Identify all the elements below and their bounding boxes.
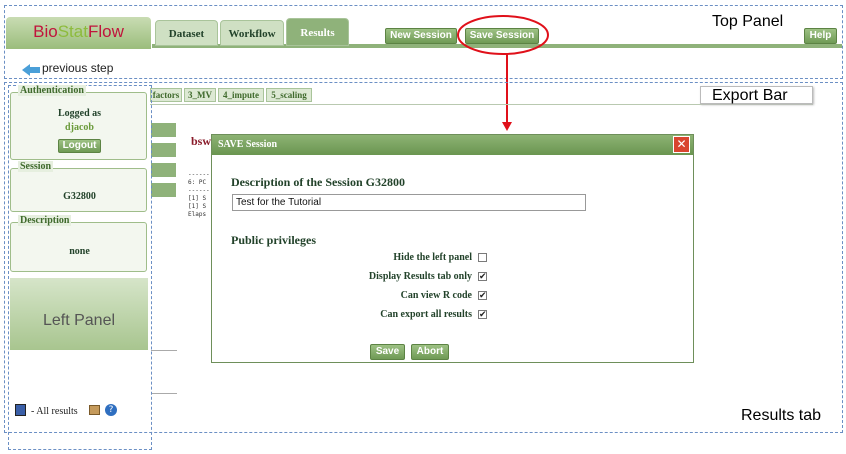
logo-part-stat: Stat <box>57 22 88 41</box>
annotation-top-panel: Top Panel <box>712 13 784 30</box>
console-line: ------ <box>188 171 210 178</box>
console-line: [1] S <box>188 195 207 202</box>
tab-workflow[interactable]: Workflow <box>220 20 284 46</box>
export-tab-5-scaling[interactable]: 5_scaling <box>266 88 312 102</box>
app-logo: BioStatFlow <box>6 17 151 49</box>
tab-results[interactable]: Results <box>286 18 349 46</box>
side-button-stub[interactable] <box>151 143 176 157</box>
new-session-button[interactable]: New Session <box>385 28 457 44</box>
view-r-code-checkbox[interactable]: ✔ <box>478 291 487 301</box>
highlight-ellipse <box>457 15 549 55</box>
side-button-stub[interactable] <box>151 163 176 177</box>
results-title-fragment: bsw <box>191 134 212 148</box>
privilege-label: Can export all results <box>380 309 472 320</box>
console-line: [1] S <box>188 203 207 210</box>
hide-left-panel-checkbox[interactable] <box>478 253 487 262</box>
all-results-row: - All results ? <box>15 404 140 420</box>
session-legend: Session <box>18 161 54 172</box>
session-box: Session G32800 <box>10 161 147 212</box>
privilege-label: Display Results tab only <box>368 271 472 282</box>
authentication-legend: Authentication <box>18 85 86 96</box>
export-all-icon[interactable] <box>15 404 26 416</box>
dialog-title: SAVE Session <box>212 135 693 155</box>
save-button[interactable]: Save <box>370 344 405 360</box>
privileges-heading: Public privileges <box>231 233 316 247</box>
privilege-label: Hide the left panel <box>393 252 472 263</box>
results-only-checkbox[interactable]: ✔ <box>478 272 487 282</box>
description-heading: Description of the Session G32800 <box>231 175 405 189</box>
annotation-results-tab: Results tab <box>741 407 822 424</box>
side-button-stub[interactable] <box>151 183 176 197</box>
description-box: Description none <box>10 215 147 272</box>
description-legend: Description <box>18 215 72 226</box>
tab-dataset[interactable]: Dataset <box>155 20 218 46</box>
divider <box>151 350 177 351</box>
console-line: ------ <box>188 187 210 194</box>
help-circle-icon[interactable]: ? <box>105 404 117 416</box>
export-tab-factors[interactable]: factors <box>150 88 182 102</box>
console-line: 6: PC <box>188 179 207 186</box>
logo-part-bio: Bio <box>33 22 58 41</box>
previous-step-label: previous step <box>42 61 114 75</box>
authentication-box: Authentication Logged as djacob Logout <box>10 85 147 160</box>
abort-button[interactable]: Abort <box>411 344 449 360</box>
package-icon[interactable] <box>89 405 100 415</box>
back-arrow-icon <box>22 63 40 81</box>
save-session-dialog: SAVE Session ✕ Description of the Sessio… <box>211 134 694 363</box>
help-button[interactable]: Help <box>804 28 837 44</box>
close-icon[interactable]: ✕ <box>673 136 690 153</box>
description-input[interactable]: Test for the Tutorial <box>232 194 586 211</box>
session-id: G32800 <box>63 191 96 202</box>
export-results-checkbox[interactable]: ✔ <box>478 310 487 320</box>
logout-button[interactable]: Logout <box>58 139 101 153</box>
username: djacob <box>65 122 94 133</box>
side-button-stub[interactable] <box>151 123 176 137</box>
divider <box>151 393 177 394</box>
export-tab-3-mv[interactable]: 3_MV <box>184 88 216 102</box>
all-results-label[interactable]: - All results <box>31 406 78 417</box>
description-value: none <box>69 246 90 257</box>
logo-part-flow: Flow <box>87 22 124 41</box>
logged-as-label: Logged as <box>57 108 102 119</box>
annotation-export-bar: Export Bar <box>712 87 788 104</box>
console-line: Elaps <box>188 211 207 218</box>
results-console: ------ 6: PC ------ [1] S [1] S Elaps <box>188 171 210 219</box>
privilege-label: Can view R code <box>400 290 472 301</box>
annotation-left-panel: Left Panel <box>42 312 116 329</box>
export-tab-4-impute[interactable]: 4_impute <box>218 88 264 102</box>
